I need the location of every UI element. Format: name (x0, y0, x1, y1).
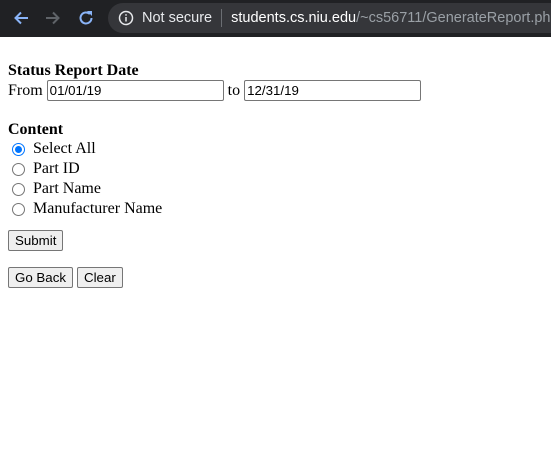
security-status[interactable]: Not secure (142, 10, 212, 26)
part-name-radio[interactable] (12, 182, 25, 196)
option-label: Part ID (33, 160, 80, 177)
option-part-name[interactable]: Part Name (8, 179, 162, 199)
content-heading: Content (8, 121, 64, 138)
option-label: Part Name (33, 180, 101, 197)
option-manufacturer-name[interactable]: Manufacturer Name (8, 199, 162, 219)
go-back-button[interactable]: Go Back (8, 267, 73, 288)
option-select-all[interactable]: Select All (8, 139, 162, 159)
forward-arrow-icon[interactable] (42, 7, 64, 29)
url-host: students.cs.niu.edu (231, 10, 357, 26)
date-heading: Status Report Date (8, 62, 139, 79)
clear-button[interactable]: Clear (77, 267, 123, 288)
address-bar[interactable]: Not secure students.cs.niu.edu/~cs56711/… (108, 3, 551, 33)
option-label: Select All (33, 140, 96, 157)
part-id-radio[interactable] (12, 162, 25, 176)
to-date-input[interactable] (244, 80, 422, 101)
from-label: From (8, 81, 43, 99)
url-path: /~cs56711/GenerateReport.php (356, 10, 551, 26)
info-icon[interactable] (118, 10, 134, 26)
nav-buttons-row: Go Back Clear (8, 267, 123, 288)
submit-button[interactable]: Submit (8, 230, 64, 251)
browser-toolbar: Not secure students.cs.niu.edu/~cs56711/… (0, 0, 551, 37)
content-section: Content Select All Part ID Part Name Man… (8, 121, 162, 219)
date-range-row: From to (8, 80, 548, 101)
reload-icon[interactable] (75, 7, 97, 29)
option-label: Manufacturer Name (33, 200, 163, 217)
from-date-input[interactable] (46, 80, 224, 101)
select-all-radio[interactable] (12, 142, 25, 156)
omnibox-divider (221, 9, 223, 27)
to-label: to (227, 81, 241, 99)
option-part-id[interactable]: Part ID (8, 159, 162, 179)
manufacturer-name-radio[interactable] (12, 202, 25, 216)
url-text[interactable]: students.cs.niu.edu/~cs56711/GenerateRep… (231, 10, 551, 26)
report-form: Status Report Date From to Content Selec… (8, 62, 548, 288)
back-arrow-icon[interactable] (10, 7, 32, 29)
submit-row: Submit (8, 230, 64, 251)
